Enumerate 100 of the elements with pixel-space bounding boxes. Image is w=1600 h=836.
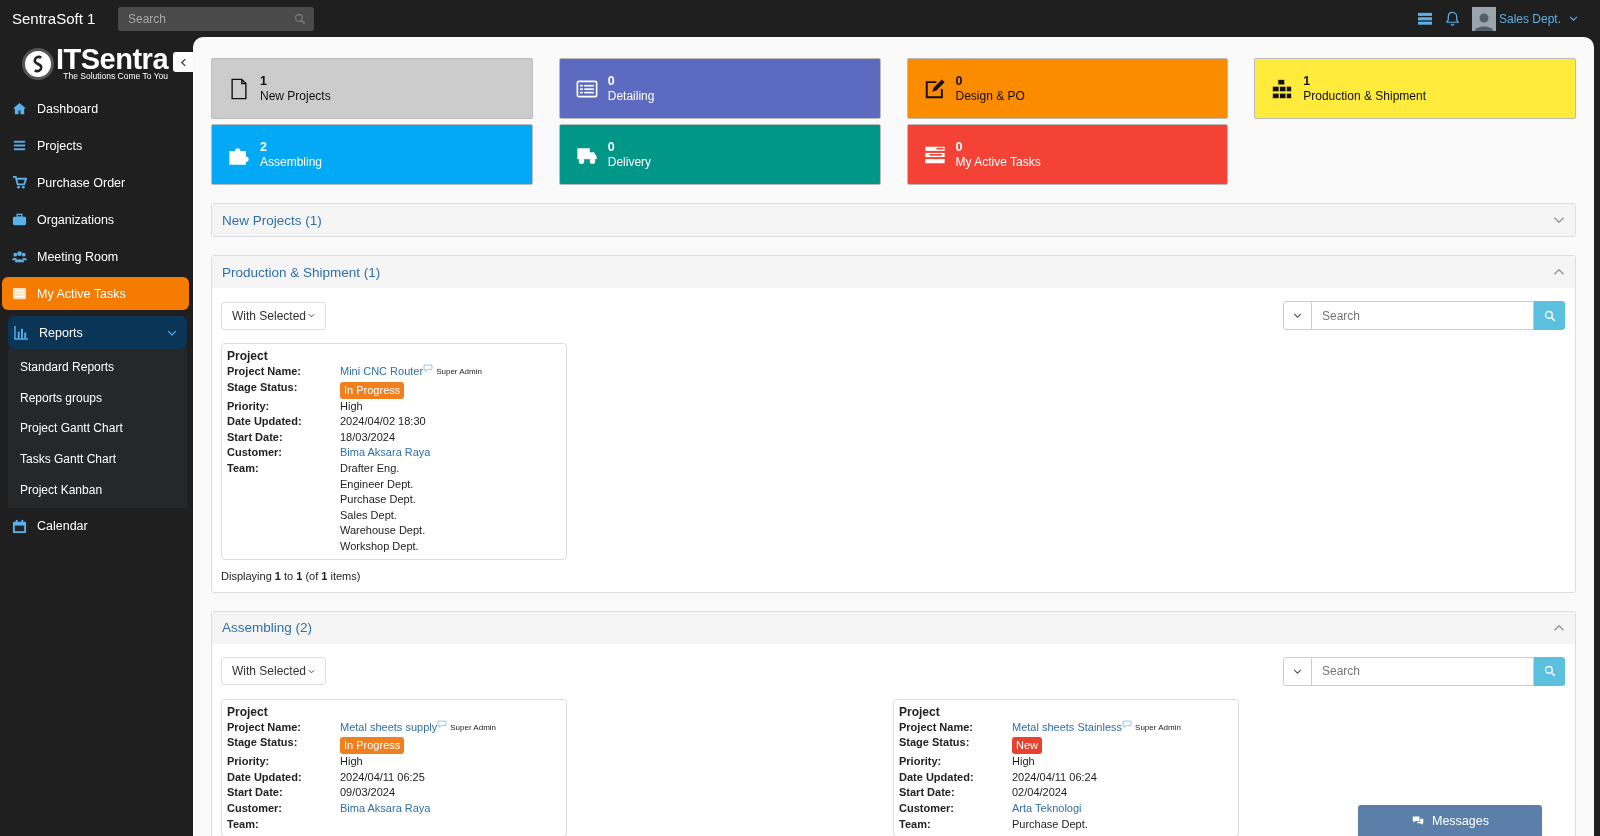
comment-icon bbox=[437, 719, 448, 729]
top-search-field[interactable]: Search bbox=[118, 6, 314, 31]
stat-tile[interactable]: 0 Delivery bbox=[558, 124, 881, 185]
customer-link[interactable]: Arta Teknologi bbox=[1012, 800, 1082, 817]
logo-tagline: The Solutions Come To You bbox=[62, 71, 169, 81]
field-label: Team: bbox=[899, 816, 932, 832]
chevron-down-icon bbox=[1569, 14, 1578, 23]
sidebar-item[interactable]: Calendar bbox=[2, 509, 189, 543]
team-member: Engineer Dept. bbox=[340, 476, 415, 492]
field-value: 09/03/2024 bbox=[340, 785, 396, 801]
section-header[interactable]: New Projects (1) bbox=[212, 204, 1575, 236]
field-label: Stage Status: bbox=[227, 379, 299, 395]
stat-tile[interactable]: 0 Design & PO bbox=[906, 58, 1229, 119]
edit-icon bbox=[923, 77, 946, 100]
bulk-action-dropdown[interactable]: With Selected bbox=[221, 301, 327, 330]
logo-name: ITSentra bbox=[56, 46, 169, 72]
team-member: Sales Dept. bbox=[340, 507, 398, 523]
sidebar-subitem[interactable]: Tasks Gantt Chart bbox=[8, 443, 187, 475]
team-member: Purchase Dept. bbox=[1012, 816, 1088, 832]
owner-note: Super Admin bbox=[436, 366, 482, 378]
sidebar-item[interactable]: Meeting Room bbox=[2, 240, 189, 273]
project-link[interactable]: Mini CNC Router bbox=[340, 365, 424, 377]
sidebar-item[interactable]: Organizations bbox=[2, 203, 189, 236]
search-field[interactable]: Search bbox=[1312, 301, 1534, 330]
sidebar-item[interactable]: Projects bbox=[2, 129, 189, 162]
chevron-down-icon bbox=[1293, 311, 1302, 320]
field-value: High bbox=[340, 754, 363, 770]
bar-chart-icon bbox=[14, 325, 29, 340]
field-value: High bbox=[1012, 754, 1035, 770]
list-icon bbox=[12, 286, 27, 301]
pagination-info: Displaying 1 to 1 (of 1 items) bbox=[221, 569, 362, 582]
customer-link[interactable]: Bima Aksara Raya bbox=[340, 800, 431, 817]
status-badge: New bbox=[1012, 737, 1042, 755]
stat-tile[interactable]: 0 Detailing bbox=[558, 58, 881, 119]
logo-mark-icon bbox=[22, 47, 54, 80]
field-label: Priority: bbox=[227, 398, 271, 414]
field-value: 2024/04/11 06:25 bbox=[340, 769, 425, 785]
search-filter-dropdown[interactable] bbox=[1283, 656, 1312, 686]
team-member: Purchase Dept. bbox=[340, 492, 417, 508]
cubes-icon bbox=[1271, 77, 1294, 100]
document-icon bbox=[228, 77, 250, 100]
sidebar-item[interactable]: Purchase Order bbox=[2, 166, 189, 199]
chevron-left-icon bbox=[178, 57, 188, 67]
field-label: Customer: bbox=[227, 445, 283, 461]
field-value: 18/03/2024 bbox=[340, 429, 396, 445]
stat-tile[interactable]: 1 Production & Shipment bbox=[1254, 58, 1576, 119]
search-button[interactable] bbox=[1534, 301, 1565, 330]
bulk-action-dropdown[interactable]: With Selected bbox=[221, 657, 327, 686]
card-heading: Project bbox=[899, 704, 941, 720]
search-icon bbox=[1543, 309, 1556, 322]
owner-note: Super Admin bbox=[1135, 721, 1181, 734]
owner-note: Super Admin bbox=[450, 721, 497, 734]
section-header[interactable]: Assembling (2) bbox=[212, 611, 1575, 644]
search-field[interactable]: Search bbox=[1312, 656, 1534, 686]
customer-link[interactable]: Bima Aksara Raya bbox=[340, 445, 431, 461]
team-member: Warehouse Dept. bbox=[340, 523, 426, 539]
stat-tile[interactable]: 1 New Projects bbox=[211, 58, 533, 119]
chevron-down-icon bbox=[1293, 666, 1302, 676]
collapse-sidebar-button[interactable] bbox=[173, 52, 193, 72]
field-label: Project Name: bbox=[899, 719, 974, 735]
project-link[interactable]: Metal sheets supply bbox=[340, 720, 438, 733]
field-label: Priority: bbox=[227, 754, 271, 770]
team-member: Workshop Dept. bbox=[340, 538, 420, 554]
comment-icon bbox=[1122, 719, 1133, 729]
caret-icon bbox=[308, 312, 316, 319]
field-value: 2024/04/02 18:30 bbox=[340, 414, 426, 430]
sidebar-subitem[interactable]: Reports groups bbox=[8, 382, 187, 414]
field-label: Priority: bbox=[899, 754, 943, 770]
field-label: Start Date: bbox=[899, 785, 956, 801]
app-brand: SentraSoft 1 bbox=[12, 10, 97, 27]
search-input[interactable]: Search bbox=[126, 10, 294, 27]
field-label: Date Updated: bbox=[227, 769, 303, 785]
field-label: Date Updated: bbox=[899, 769, 975, 785]
field-label: Project Name: bbox=[227, 719, 302, 735]
messages-button[interactable]: Messages bbox=[1358, 805, 1542, 836]
bell-icon bbox=[1444, 11, 1460, 26]
field-value: 2024/04/11 06:24 bbox=[1012, 769, 1097, 785]
search-icon bbox=[1543, 665, 1556, 678]
status-badge: In Progress bbox=[340, 381, 405, 399]
search-filter-dropdown[interactable] bbox=[1283, 301, 1312, 330]
users-icon bbox=[12, 249, 27, 264]
search-button[interactable] bbox=[1534, 656, 1565, 686]
cart-icon bbox=[12, 175, 27, 190]
field-label: Customer: bbox=[899, 800, 955, 816]
field-label: Customer: bbox=[227, 800, 283, 816]
section-header[interactable]: Production & Shipment (1) bbox=[212, 256, 1575, 288]
status-badge: In Progress bbox=[340, 737, 405, 755]
sidebar-subitem[interactable]: Project Gantt Chart bbox=[8, 413, 187, 444]
user-menu[interactable]: Sales Dept. bbox=[1498, 11, 1578, 26]
field-value: 02/04/2024 bbox=[1012, 785, 1068, 801]
card-heading: Project bbox=[227, 349, 269, 364]
field-label: Start Date: bbox=[227, 785, 284, 801]
project-link[interactable]: Metal sheets Stainless bbox=[1012, 720, 1123, 733]
sidebar-item[interactable]: Reports bbox=[8, 316, 187, 349]
home-icon bbox=[12, 101, 27, 116]
sidebar-subitem[interactable]: Project Kanban bbox=[8, 474, 187, 505]
sidebar-item[interactable]: Dashboard bbox=[2, 92, 189, 125]
stat-tile[interactable]: 0 My Active Tasks bbox=[906, 124, 1229, 185]
avatar-silhouette[interactable] bbox=[1471, 6, 1496, 31]
sidebar-subitem[interactable]: Standard Reports bbox=[8, 352, 187, 383]
